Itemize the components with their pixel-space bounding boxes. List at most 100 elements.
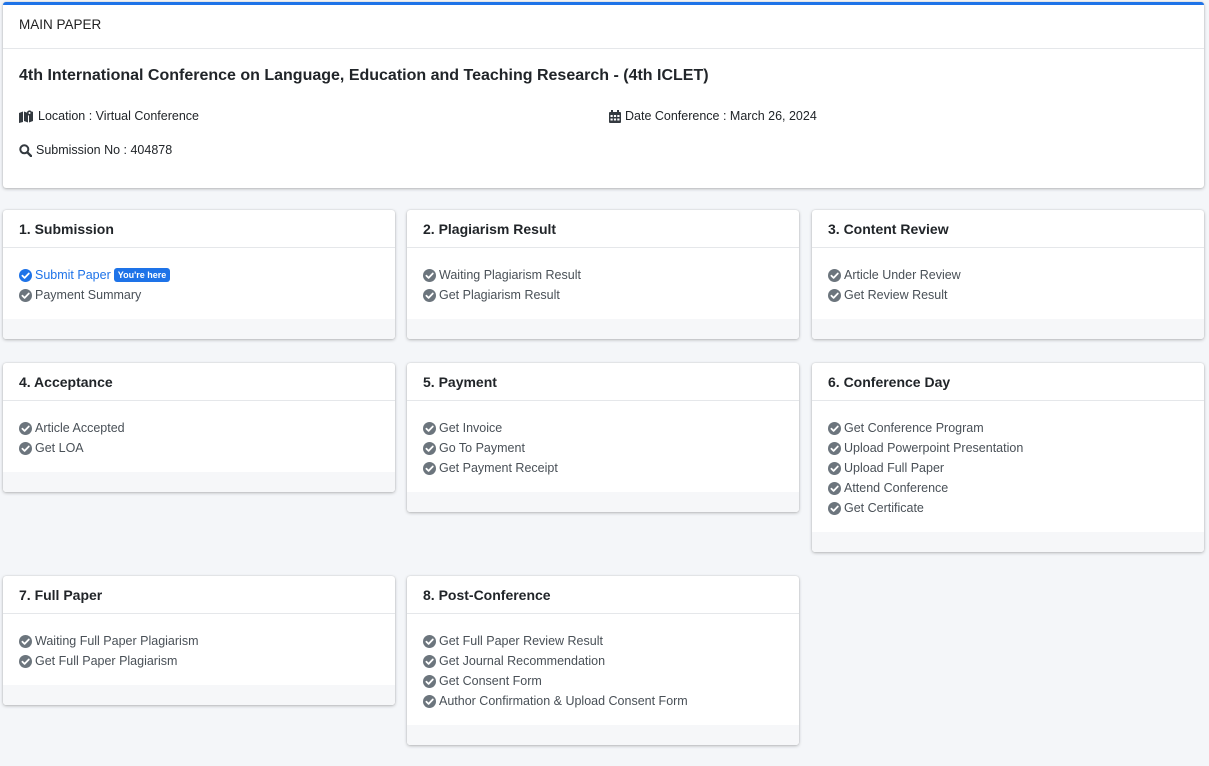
check-circle-icon <box>423 441 436 455</box>
step-item-upload-powerpoint-presentation: Upload Powerpoint Presentation <box>828 438 1188 458</box>
check-circle-icon <box>423 654 436 668</box>
step-item-label: Get Full Paper Review Result <box>439 634 603 648</box>
step-item-label: Author Confirmation & Upload Consent For… <box>439 694 688 708</box>
step-item-label: Get Review Result <box>844 288 948 302</box>
step-item-label: Upload Powerpoint Presentation <box>844 441 1024 455</box>
step-item-get-loa: Get LOA <box>19 438 379 458</box>
step-footer <box>407 492 799 512</box>
step-card-acceptance: 4. Acceptance Article Accepted Get LOA <box>3 363 395 492</box>
step-item-get-journal-recommendation: Get Journal Recommendation <box>423 651 783 671</box>
step-item-label: Upload Full Paper <box>844 461 945 475</box>
check-circle-icon <box>423 634 436 648</box>
step-title: 8. Post-Conference <box>407 576 799 614</box>
step-card-submission: 1. Submission Submit Paper You're here P… <box>3 210 395 339</box>
step-item-label: Get Full Paper Plagiarism <box>35 654 178 668</box>
you-are-here-badge: You're here <box>113 268 171 282</box>
step-item-payment-summary: Payment Summary <box>19 285 379 305</box>
step-item-go-to-payment: Go To Payment <box>423 438 783 458</box>
step-item-label: Get Plagiarism Result <box>439 288 560 302</box>
step-item-label: Submit Paper <box>35 268 111 282</box>
step-item-author-confirmation: Author Confirmation & Upload Consent For… <box>423 691 783 711</box>
check-circle-icon <box>423 421 436 435</box>
step-footer <box>812 319 1204 339</box>
step-footer <box>3 319 395 339</box>
step-item-waiting-full-paper-plagiarism: Waiting Full Paper Plagiarism <box>19 631 379 651</box>
search-icon <box>19 143 32 157</box>
step-item-get-full-paper-plagiarism: Get Full Paper Plagiarism <box>19 651 379 671</box>
check-circle-icon <box>19 288 32 302</box>
step-item-label: Get LOA <box>35 441 84 455</box>
step-item-get-full-paper-review-result: Get Full Paper Review Result <box>423 631 783 651</box>
step-item-label: Article Under Review <box>844 268 961 282</box>
submission-text: Submission No : 404878 <box>36 143 173 157</box>
check-circle-icon <box>423 461 436 475</box>
step-item-label: Get Invoice <box>439 421 503 435</box>
step-item-label: Get Conference Program <box>844 421 984 435</box>
step-item-label: Get Certificate <box>844 501 924 515</box>
step-title: 3. Content Review <box>812 210 1204 248</box>
step-card-conference-day: 6. Conference Day Get Conference Program… <box>812 363 1204 552</box>
step-item-label: Payment Summary <box>35 288 142 302</box>
date-text: Date Conference : March 26, 2024 <box>625 109 817 123</box>
step-item-get-certificate: Get Certificate <box>828 498 1188 518</box>
step-card-full-paper: 7. Full Paper Waiting Full Paper Plagiar… <box>3 576 395 705</box>
step-item-get-invoice: Get Invoice <box>423 418 783 438</box>
step-footer <box>812 532 1204 552</box>
step-footer <box>407 319 799 339</box>
main-paper-card: MAIN PAPER 4th International Conference … <box>3 2 1204 188</box>
location-info: Location : Virtual Conference <box>19 109 199 123</box>
step-title: 2. Plagiarism Result <box>407 210 799 248</box>
step-title: 5. Payment <box>407 363 799 401</box>
check-circle-icon <box>423 268 436 282</box>
check-circle-icon <box>423 674 436 688</box>
step-item-label: Get Payment Receipt <box>439 461 558 475</box>
step-item-get-consent-form: Get Consent Form <box>423 671 783 691</box>
step-footer <box>407 725 799 745</box>
main-paper-header: MAIN PAPER <box>3 5 1204 49</box>
step-item-label: Waiting Full Paper Plagiarism <box>35 634 199 648</box>
check-circle-icon <box>19 441 32 455</box>
check-circle-icon <box>19 634 32 648</box>
check-circle-icon <box>828 461 841 475</box>
step-item-label: Get Journal Recommendation <box>439 654 606 668</box>
step-card-content-review: 3. Content Review Article Under Review G… <box>812 210 1204 339</box>
step-footer <box>3 685 395 705</box>
conference-title: 4th International Conference on Language… <box>19 67 709 84</box>
step-item-label: Attend Conference <box>844 481 949 495</box>
check-circle-icon <box>19 421 32 435</box>
step-item-article-accepted: Article Accepted <box>19 418 379 438</box>
check-circle-icon <box>19 268 32 282</box>
step-title: 7. Full Paper <box>3 576 395 614</box>
date-info: Date Conference : March 26, 2024 <box>609 109 817 123</box>
step-footer <box>3 472 395 492</box>
step-title: 1. Submission <box>3 210 395 248</box>
check-circle-icon <box>828 421 841 435</box>
check-circle-icon <box>423 694 436 708</box>
check-circle-icon <box>828 441 841 455</box>
step-item-get-conference-program: Get Conference Program <box>828 418 1188 438</box>
step-title: 4. Acceptance <box>3 363 395 401</box>
step-title: 6. Conference Day <box>812 363 1204 401</box>
check-circle-icon <box>828 481 841 495</box>
step-item-label: Get Consent Form <box>439 674 542 688</box>
check-circle-icon <box>423 288 436 302</box>
step-item-label: Go To Payment <box>439 441 525 455</box>
step-card-plagiarism-result: 2. Plagiarism Result Waiting Plagiarism … <box>407 210 799 339</box>
calendar-icon <box>609 109 621 123</box>
step-item-submit-paper[interactable]: Submit Paper You're here <box>19 265 379 285</box>
step-item-get-payment-receipt: Get Payment Receipt <box>423 458 783 478</box>
step-item-get-plagiarism-result: Get Plagiarism Result <box>423 285 783 305</box>
step-item-label: Waiting Plagiarism Result <box>439 268 581 282</box>
submission-info: Submission No : 404878 <box>19 143 172 157</box>
check-circle-icon <box>828 501 841 515</box>
check-circle-icon <box>828 288 841 302</box>
step-item-get-review-result: Get Review Result <box>828 285 1188 305</box>
step-item-upload-full-paper: Upload Full Paper <box>828 458 1188 478</box>
step-item-article-under-review: Article Under Review <box>828 265 1188 285</box>
check-circle-icon <box>19 654 32 668</box>
step-item-label: Article Accepted <box>35 421 125 435</box>
step-item-attend-conference: Attend Conference <box>828 478 1188 498</box>
step-card-post-conference: 8. Post-Conference Get Full Paper Review… <box>407 576 799 745</box>
step-item-waiting-plagiarism-result: Waiting Plagiarism Result <box>423 265 783 285</box>
step-card-payment: 5. Payment Get Invoice Go To Payment Get… <box>407 363 799 512</box>
